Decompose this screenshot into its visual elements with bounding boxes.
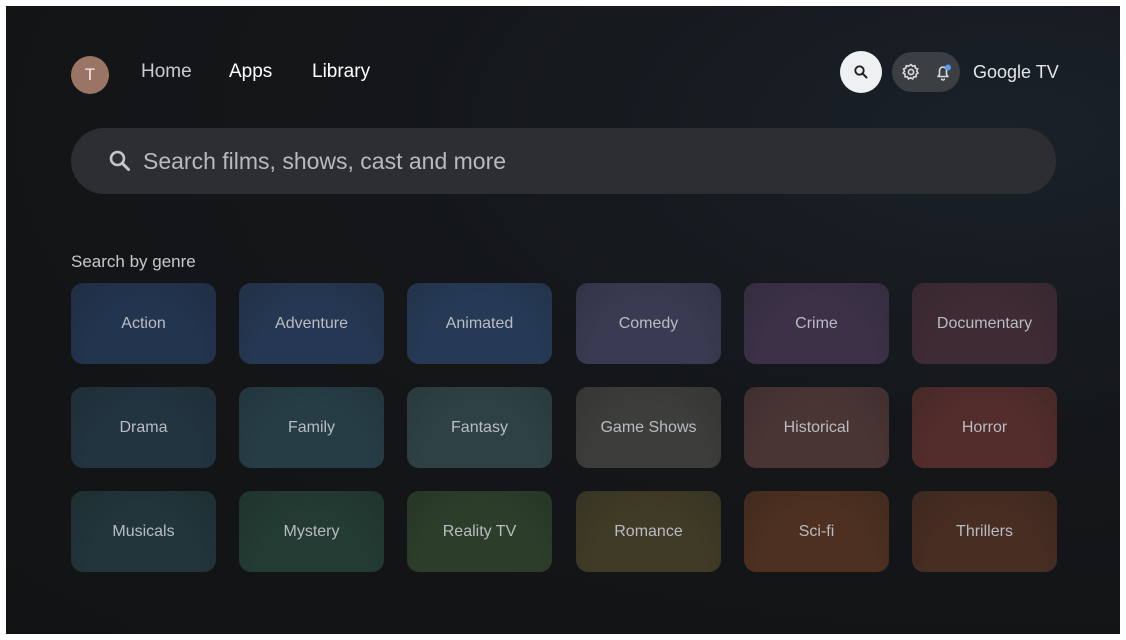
nav-home[interactable]: Home <box>141 60 192 84</box>
avatar-initial: T <box>84 65 96 84</box>
search-placeholder: Search films, shows, cast and more <box>143 148 507 174</box>
gear-icon[interactable] <box>900 61 922 83</box>
genre-tile-animated[interactable]: Animated <box>407 283 552 364</box>
brand-label: Google TV <box>973 62 1059 82</box>
search-button[interactable] <box>840 51 882 93</box>
search-icon <box>854 65 868 79</box>
genre-tile-crime[interactable]: Crime <box>744 283 889 364</box>
genre-tile-romance[interactable]: Romance <box>576 491 721 572</box>
genre-tile-action[interactable]: Action <box>71 283 216 364</box>
genre-tile-documentary[interactable]: Documentary <box>912 283 1057 364</box>
search-field[interactable]: Search films, shows, cast and more <box>71 128 1056 194</box>
genre-tile-adventure[interactable]: Adventure <box>239 283 384 364</box>
tv-screen: T Home Apps Library Google TV Search fil… <box>6 6 1120 634</box>
genre-tile-comedy[interactable]: Comedy <box>576 283 721 364</box>
genre-tile-thrillers[interactable]: Thrillers <box>912 491 1057 572</box>
profile-avatar[interactable]: T <box>71 56 109 94</box>
genre-tile-fantasy[interactable]: Fantasy <box>407 387 552 468</box>
nav-apps[interactable]: Apps <box>229 60 272 84</box>
bell-icon[interactable] <box>932 61 954 83</box>
genre-tile-game-shows[interactable]: Game Shows <box>576 387 721 468</box>
genre-tile-musicals[interactable]: Musicals <box>71 491 216 572</box>
genre-tile-sci-fi[interactable]: Sci-fi <box>744 491 889 572</box>
search-icon <box>109 150 130 171</box>
notification-dot <box>945 64 951 71</box>
genre-tile-horror[interactable]: Horror <box>912 387 1057 468</box>
settings-notifications-pill <box>892 52 960 92</box>
genre-tile-historical[interactable]: Historical <box>744 387 889 468</box>
genre-tile-reality-tv[interactable]: Reality TV <box>407 491 552 572</box>
genre-tile-family[interactable]: Family <box>239 387 384 468</box>
nav-library[interactable]: Library <box>312 60 370 84</box>
genre-tile-drama[interactable]: Drama <box>71 387 216 468</box>
genre-heading: Search by genre <box>71 252 196 271</box>
genre-grid: Action Adventure Animated Comedy Crime Docume… <box>71 283 1057 573</box>
genre-tile-mystery[interactable]: Mystery <box>239 491 384 572</box>
